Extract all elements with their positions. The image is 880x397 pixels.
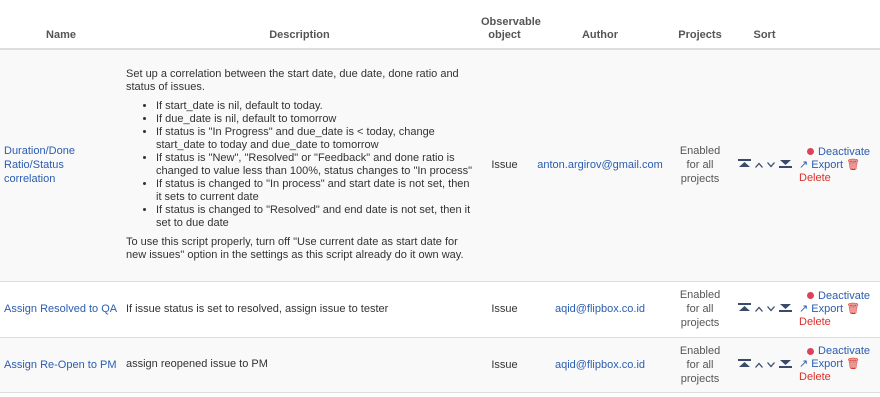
deactivate-button[interactable]: Deactivate	[818, 345, 870, 357]
script-description: Set up a correlation between the start d…	[122, 49, 477, 282]
workflow-scripts-table: Name Description Observable object Autho…	[0, 0, 880, 393]
observable-object: Issue	[477, 337, 532, 393]
table-row: Assign Resolved to QA If issue status is…	[0, 281, 880, 338]
bullet-item: If start_date is nil, default to today.	[156, 100, 473, 113]
deactivate-button[interactable]: Deactivate	[818, 146, 870, 158]
script-name-link[interactable]: Duration/Done Ratio/Status correlation	[4, 145, 75, 185]
move-up-icon[interactable]	[755, 359, 763, 371]
script-name-link[interactable]: Assign Resolved to QA	[4, 303, 117, 315]
trash-icon[interactable]: 🗑	[846, 358, 860, 370]
export-button[interactable]: Export	[811, 303, 843, 315]
header-sort: Sort	[732, 0, 797, 50]
description-intro: assign reopened issue to PM	[126, 358, 268, 370]
export-button[interactable]: Export	[811, 358, 843, 370]
delete-button[interactable]: Delete	[799, 316, 831, 328]
deactivate-icon	[807, 292, 815, 300]
export-icon: ↗	[799, 302, 809, 315]
author-link[interactable]: aqid@flipbox.co.id	[555, 359, 645, 371]
export-button[interactable]: Export	[811, 159, 843, 171]
move-down-icon[interactable]	[767, 159, 775, 171]
row-actions: Deactivate ↗ Export 🗑 Delete	[797, 49, 880, 282]
description-outro: To use this script properly, turn off "U…	[126, 236, 464, 262]
deactivate-button[interactable]: Deactivate	[818, 290, 870, 302]
move-to-bottom-icon[interactable]	[779, 159, 792, 171]
trash-icon[interactable]: 🗑	[846, 303, 860, 315]
deactivate-icon	[807, 347, 815, 355]
move-down-icon[interactable]	[767, 303, 775, 315]
sort-controls	[732, 49, 797, 282]
move-up-icon[interactable]	[755, 159, 763, 171]
script-name-link[interactable]: Assign Re-Open to PM	[4, 359, 117, 371]
export-icon: ↗	[799, 158, 809, 171]
header-author: Author	[532, 0, 668, 50]
header-observable-line2: object	[488, 29, 521, 41]
projects-status: Enabled for all projects	[668, 281, 732, 338]
bullet-item: If status is "In Progress" and due_date …	[156, 126, 473, 152]
header-observable-line1: Observable	[481, 16, 541, 28]
header-name[interactable]: Name	[0, 0, 122, 50]
trash-icon[interactable]: 🗑	[846, 159, 860, 171]
row-actions: Deactivate ↗ Export 🗑 Delete	[797, 337, 880, 393]
move-to-top-icon[interactable]	[738, 358, 751, 371]
move-to-top-icon[interactable]	[738, 303, 751, 315]
move-down-icon[interactable]	[767, 359, 775, 371]
header-description: Description	[122, 0, 477, 50]
sort-controls	[732, 337, 797, 393]
export-icon: ↗	[799, 358, 809, 370]
author-link[interactable]: aqid@flipbox.co.id	[555, 303, 645, 315]
author-link[interactable]: anton.argirov@gmail.com	[537, 159, 663, 171]
table-row: Assign Re-Open to PM assign reopened iss…	[0, 337, 880, 393]
deactivate-icon	[807, 148, 815, 156]
row-actions: Deactivate ↗ Export 🗑 Delete	[797, 281, 880, 338]
delete-button[interactable]: Delete	[799, 172, 831, 184]
bullet-item: If status is "New", "Resolved" or "Feedb…	[156, 152, 473, 178]
projects-status: Enabled for all projects	[668, 49, 732, 282]
projects-status: Enabled for all projects	[668, 337, 732, 393]
sort-controls	[732, 281, 797, 338]
table-header-row: Name Description Observable object Autho…	[0, 0, 880, 50]
bullet-item: If due_date is nil, default to tomorrow	[156, 113, 473, 126]
description-bullets: If start_date is nil, default to today. …	[126, 100, 473, 230]
delete-button[interactable]: Delete	[799, 371, 831, 383]
move-to-bottom-icon[interactable]	[779, 303, 792, 315]
move-to-bottom-icon[interactable]	[779, 359, 792, 371]
script-description: If issue status is set to resolved, assi…	[122, 281, 477, 338]
observable-object: Issue	[477, 49, 532, 282]
bullet-item: If status is changed to "In process" and…	[156, 178, 473, 204]
header-actions	[797, 0, 880, 50]
header-observable-object: Observable object	[477, 0, 541, 50]
description-intro: Set up a correlation between the start d…	[126, 68, 459, 94]
move-to-top-icon[interactable]	[738, 159, 751, 171]
move-up-icon[interactable]	[755, 303, 763, 315]
table-row: Duration/Done Ratio/Status correlation S…	[0, 49, 880, 282]
script-description: assign reopened issue to PM	[122, 337, 477, 393]
description-intro: If issue status is set to resolved, assi…	[126, 302, 389, 315]
bullet-item: If status is changed to "Resolved" and e…	[156, 204, 473, 230]
observable-object: Issue	[477, 281, 532, 338]
header-projects: Projects	[668, 0, 732, 50]
